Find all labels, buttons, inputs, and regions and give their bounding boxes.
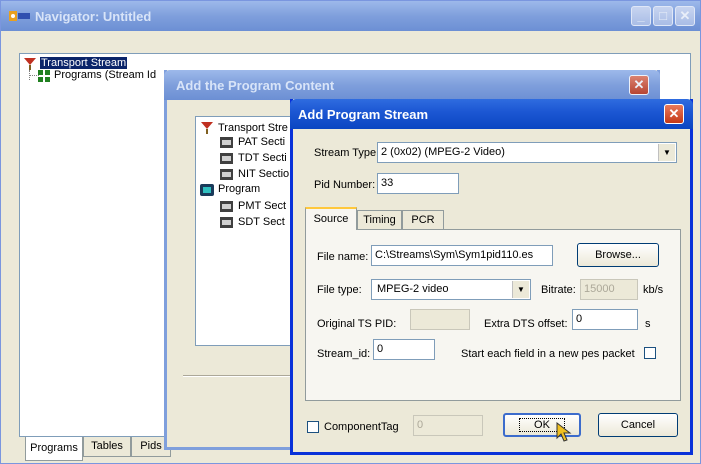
bitrate-field: 15000 <box>580 279 638 300</box>
stream-id-field[interactable]: 0 <box>373 339 435 360</box>
file-type-label: File type: <box>317 284 362 296</box>
section-icon <box>220 153 233 167</box>
tree-item-sdt-section[interactable]: SDT Sect <box>238 216 285 228</box>
file-name-label: File name: <box>317 251 369 263</box>
stream-type-label: Stream Type <box>314 147 377 159</box>
add-program-stream-title: Add Program Stream <box>298 107 429 122</box>
programs-icon <box>37 69 51 86</box>
original-ts-pid-label: Original TS PID: <box>317 318 397 330</box>
add-program-content-titlebar[interactable]: Add the Program Content ✕ <box>164 70 660 100</box>
tab-tables[interactable]: Tables <box>83 437 131 457</box>
tree-item-tdt-section[interactable]: TDT Secti <box>238 152 287 164</box>
cancel-button[interactable]: Cancel <box>598 413 678 437</box>
close-button[interactable]: ✕ <box>664 104 684 124</box>
tab-source[interactable]: Source <box>305 207 357 230</box>
section-icon <box>220 137 233 151</box>
mouse-cursor-icon <box>555 421 573 446</box>
section-icon <box>220 169 233 183</box>
original-ts-pid-field <box>410 309 470 330</box>
close-button[interactable]: ✕ <box>629 75 649 95</box>
new-pes-packet-checkbox[interactable] <box>644 347 656 359</box>
bitrate-unit: kb/s <box>643 284 664 296</box>
file-type-select[interactable]: MPEG-2 video ▼ <box>371 279 531 300</box>
tab-programs[interactable]: Programs <box>25 437 83 461</box>
stream-id-label: Stream_id: <box>317 348 371 360</box>
add-program-content-title: Add the Program Content <box>176 78 335 93</box>
tree-item-program[interactable]: Program <box>218 183 260 195</box>
component-tag-label: ComponentTag <box>324 421 399 433</box>
close-button[interactable]: ✕ <box>675 6 695 26</box>
file-name-field[interactable]: C:\Streams\Sym\Sym1pid110.es <box>371 245 553 266</box>
tree-item-transport-stream[interactable]: Transport Stream <box>40 57 128 69</box>
component-tag-field: 0 <box>413 415 483 436</box>
extra-dts-unit: s <box>645 318 651 330</box>
navigator-title: Navigator: Untitled <box>35 9 152 24</box>
bitrate-label: Bitrate: <box>541 284 576 296</box>
tree-item-transport-stream[interactable]: Transport Stre <box>218 122 288 134</box>
tree-item-nit-section[interactable]: NIT Sectio <box>238 168 289 180</box>
chevron-down-icon[interactable]: ▼ <box>658 144 675 161</box>
extra-dts-offset-field[interactable]: 0 <box>572 309 638 330</box>
section-icon <box>220 217 233 231</box>
pid-number-field[interactable]: 33 <box>377 173 459 194</box>
minimize-button[interactable]: _ <box>631 6 651 26</box>
chevron-down-icon[interactable]: ▼ <box>512 281 529 298</box>
pid-number-label: Pid Number: <box>314 179 376 191</box>
add-program-stream-titlebar[interactable]: Add Program Stream ✕ <box>290 99 693 129</box>
browse-button[interactable]: Browse... <box>577 243 659 267</box>
transport-stream-icon <box>23 57 37 74</box>
component-tag-checkbox[interactable] <box>307 421 319 433</box>
maximize-button[interactable]: □ <box>653 6 673 26</box>
section-icon <box>220 201 233 215</box>
separator <box>183 375 303 377</box>
tree-item-pmt-section[interactable]: PMT Sect <box>238 200 286 212</box>
app-icon <box>9 9 31 26</box>
new-pes-packet-label: Start each field in a new pes packet <box>461 348 635 360</box>
transport-stream-icon <box>200 121 214 138</box>
tab-pcr[interactable]: PCR <box>402 210 444 229</box>
extra-dts-offset-label: Extra DTS offset: <box>484 318 568 330</box>
program-icon <box>200 184 214 199</box>
tree-item-programs[interactable]: Programs (Stream Id <box>54 69 156 81</box>
tab-timing[interactable]: Timing <box>357 210 402 229</box>
navigator-titlebar[interactable]: Navigator: Untitled _ □ ✕ <box>1 1 700 31</box>
tree-item-pat-section[interactable]: PAT Secti <box>238 136 285 148</box>
stream-type-select[interactable]: 2 (0x02) (MPEG-2 Video) ▼ <box>377 142 677 163</box>
add-program-stream-dialog: Add Program Stream ✕ Stream Type 2 (0x02… <box>290 99 693 455</box>
